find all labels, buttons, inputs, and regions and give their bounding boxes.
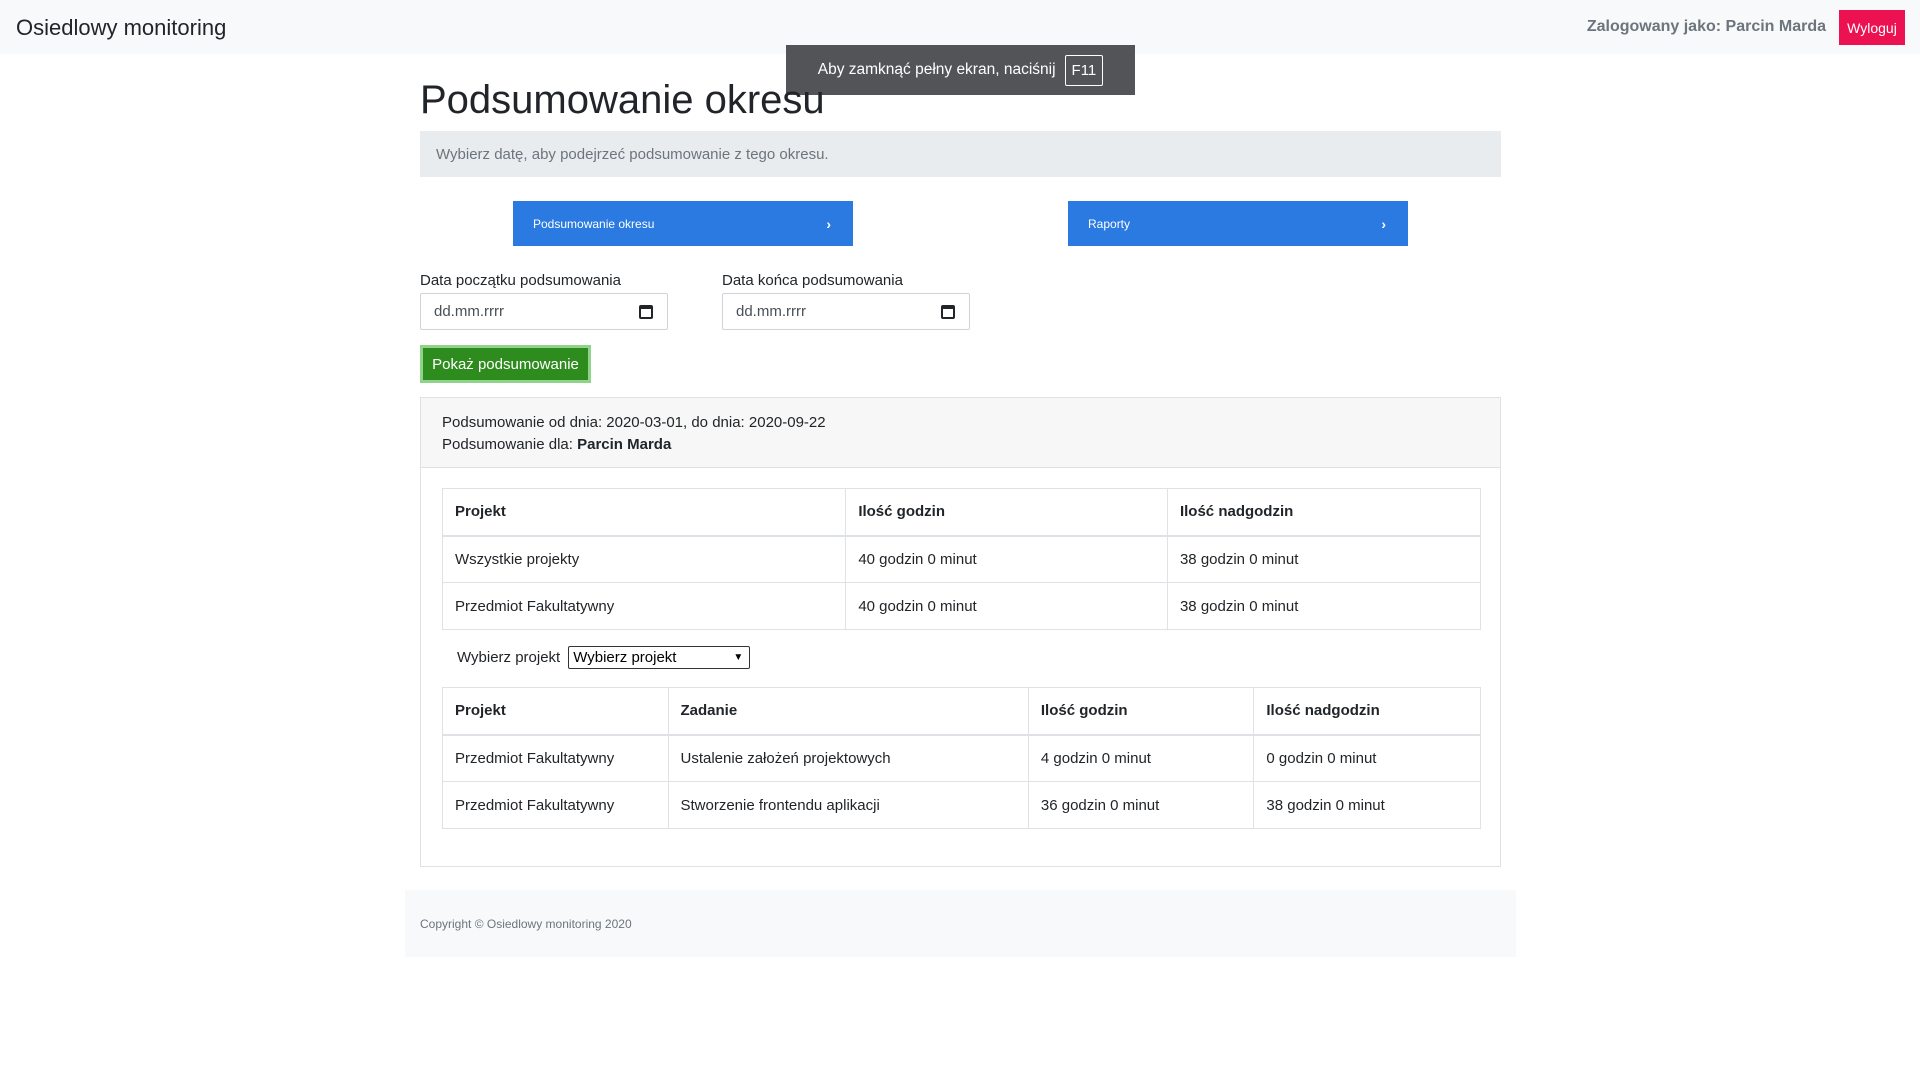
table-cell: 40 godzin 0 minut (845, 535, 1168, 583)
table-header-row: Projekt Zadanie Ilość godzin Ilość nadgo… (442, 687, 1481, 736)
column-header: Ilość nadgodzin (1166, 488, 1482, 537)
summary-card-header: Podsumowanie od dnia: 2020-03-01, do dni… (421, 398, 1500, 468)
reports-nav-label: Raporty (1088, 216, 1131, 231)
table-cell: Stworzenie frontendu aplikacji (667, 781, 1029, 829)
start-date-input[interactable]: dd.mm.rrrr (420, 293, 668, 330)
table-row: Przedmiot Fakultatywny Stworzenie fronte… (442, 781, 1481, 829)
column-header: Zadanie (667, 687, 1029, 736)
project-select-label: Wybierz projekt (457, 649, 561, 666)
table-cell: Przedmiot Fakultatywny (442, 734, 669, 782)
project-select[interactable]: Wybierz projekt ▼ (568, 646, 751, 669)
summary-nav-label: Podsumowanie okresu (533, 216, 655, 231)
fullscreen-notice-text: Aby zamknąć pełny ekran, naciśnij (817, 61, 1056, 78)
fullscreen-key-badge: F11 (1064, 54, 1104, 86)
table-cell: 0 godzin 0 minut (1253, 734, 1481, 782)
summary-user-name: Parcin Marda (577, 436, 672, 453)
table-cell: 36 godzin 0 minut (1027, 781, 1255, 829)
calendar-icon[interactable] (941, 304, 955, 319)
project-filter: Wybierz projekt Wybierz projekt ▼ (457, 646, 751, 669)
summary-range-text: Podsumowanie od dnia: 2020-03-01, do dni… (442, 414, 826, 431)
tasks-table: Projekt Zadanie Ilość godzin Ilość nadgo… (442, 687, 1481, 829)
start-date-placeholder: dd.mm.rrrr (434, 303, 504, 320)
page-hint-text: Wybierz datę, aby podejrzeć podsumowanie… (436, 145, 829, 163)
calendar-icon[interactable] (639, 304, 653, 319)
column-header: Ilość godzin (845, 488, 1168, 537)
table-cell: Wszystkie projekty (441, 535, 847, 583)
column-header: Ilość nadgodzin (1253, 687, 1481, 736)
brand-link[interactable]: Osiedlowy monitoring (16, 15, 226, 41)
table-cell: 40 godzin 0 minut (845, 582, 1168, 630)
logout-button[interactable]: Wyloguj (1839, 10, 1905, 45)
projects-table: Projekt Ilość godzin Ilość nadgodzin Wsz… (441, 488, 1482, 630)
project-select-value: Wybierz projekt (573, 649, 677, 666)
page-footer: Copyright © Osiedlowy monitoring 2020 (405, 890, 1516, 957)
end-date-label: Data końca podsumowania (722, 272, 903, 289)
start-date-label: Data początku podsumowania (420, 272, 621, 289)
table-row: Przedmiot Fakultatywny Ustalenie założeń… (442, 734, 1481, 782)
table-row: Wszystkie projekty 40 godzin 0 minut 38 … (441, 535, 1482, 583)
table-cell: Przedmiot Fakultatywny (442, 781, 669, 829)
column-header: Ilość godzin (1027, 687, 1255, 736)
chevron-right-icon: › (1381, 215, 1386, 232)
end-date-group: Data końca podsumowania dd.mm.rrrr (722, 272, 970, 330)
table-cell: Przedmiot Fakultatywny (441, 582, 847, 630)
column-header: Projekt (441, 488, 847, 537)
summary-nav-button[interactable]: Podsumowanie okresu › (513, 201, 853, 246)
column-header: Projekt (442, 687, 669, 736)
copyright-text: Copyright © Osiedlowy monitoring 2020 (420, 916, 632, 931)
reports-nav-button[interactable]: Raporty › (1068, 201, 1408, 246)
table-cell: Ustalenie założeń projektowych (667, 734, 1029, 782)
table-cell: 4 godzin 0 minut (1027, 734, 1255, 782)
chevron-down-icon: ▼ (733, 652, 744, 663)
start-date-group: Data początku podsumowania dd.mm.rrrr (420, 272, 668, 330)
table-cell: 38 godzin 0 minut (1166, 535, 1482, 583)
page-hint: Wybierz datę, aby podejrzeć podsumowanie… (420, 131, 1501, 177)
end-date-input[interactable]: dd.mm.rrrr (722, 293, 970, 330)
table-header-row: Projekt Ilość godzin Ilość nadgodzin (441, 488, 1482, 537)
end-date-placeholder: dd.mm.rrrr (736, 303, 806, 320)
logged-in-user-label: Zalogowany jako: Parcin Marda (1586, 18, 1826, 35)
summary-for-label: Podsumowanie dla: (442, 436, 578, 453)
summary-card: Podsumowanie od dnia: 2020-03-01, do dni… (420, 397, 1501, 867)
summary-for-line: Podsumowanie dla: Parcin Marda (442, 434, 1500, 456)
chevron-right-icon: › (826, 215, 831, 232)
show-summary-button[interactable]: Pokaż podsumowanie (420, 345, 591, 383)
table-cell: 38 godzin 0 minut (1253, 781, 1481, 829)
table-cell: 38 godzin 0 minut (1166, 582, 1482, 630)
fullscreen-notice: Aby zamknąć pełny ekran, naciśnij F11 (786, 45, 1135, 95)
page-title: Podsumowanie okresu (420, 78, 825, 122)
table-row: Przedmiot Fakultatywny 40 godzin 0 minut… (441, 582, 1482, 630)
